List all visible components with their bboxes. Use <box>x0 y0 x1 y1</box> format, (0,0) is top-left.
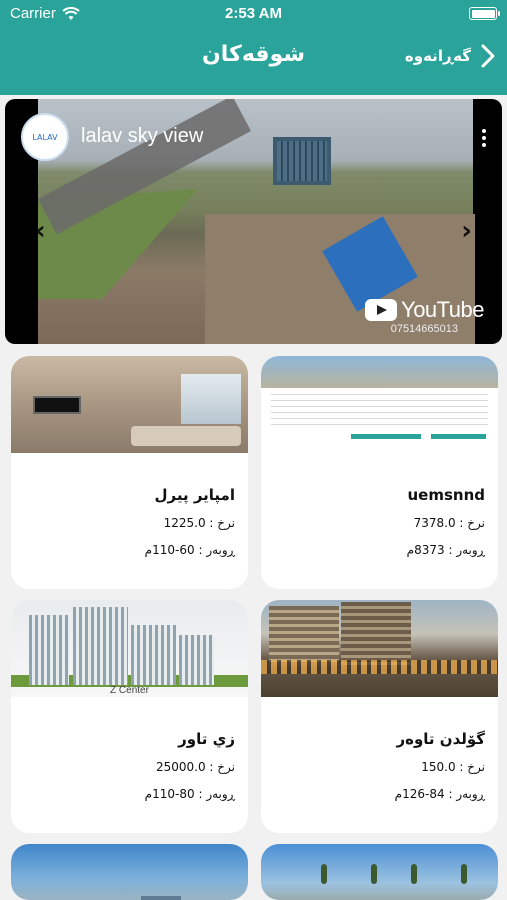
more-options-icon[interactable] <box>482 129 486 149</box>
property-price: نرخ : 7378.0 <box>413 516 485 530</box>
property-image <box>261 356 498 453</box>
chevron-right-icon <box>481 44 495 68</box>
youtube-label: YouTube <box>401 297 484 322</box>
video-phone-number: 07514665013 <box>390 323 458 335</box>
status-bar: Carrier 2:53 AM <box>0 0 507 28</box>
youtube-play-icon <box>365 299 398 321</box>
video-player[interactable]: LALAV lalav sky view ‹ › 07514665013 You… <box>5 99 502 344</box>
property-name: زي تاور <box>178 730 235 748</box>
property-price: نرخ : 150.0 <box>421 760 485 774</box>
property-price: نرخ : 1225.0 <box>163 516 235 530</box>
property-area: ڕوبەر : 60-110م <box>144 543 235 557</box>
chevron-left-icon[interactable]: ‹ <box>35 216 46 246</box>
property-price: نرخ : 25000.0 <box>155 760 235 774</box>
property-image <box>261 844 498 900</box>
property-name: امپایر پیرل <box>154 486 235 504</box>
property-card[interactable]: uemsnnd نرخ : 7378.0 ڕوبەر : 8373م <box>261 356 498 589</box>
nav-bar: Carrier 2:53 AM شوقەکان گەڕانەوە <box>0 0 507 95</box>
video-title[interactable]: lalav sky view <box>81 125 203 148</box>
property-card[interactable]: Z Center زي تاور نرخ : 25000.0 ڕوبەر : 8… <box>11 600 248 833</box>
image-label: Z Center <box>110 685 149 696</box>
property-image <box>11 844 248 900</box>
property-card[interactable]: گۆلدن تاوەر نرخ : 150.0 ڕوبەر : 84-126م <box>261 600 498 833</box>
property-name: گۆلدن تاوەر <box>396 730 485 748</box>
channel-logo[interactable]: LALAV <box>21 113 69 161</box>
property-name: uemsnnd <box>407 486 485 504</box>
property-image: Z Center <box>11 600 248 697</box>
property-card[interactable]: امپایر پیرل نرخ : 1225.0 ڕوبەر : 60-110م <box>11 356 248 589</box>
property-area: ڕوبەر : 8373م <box>406 543 485 557</box>
battery-icon <box>469 7 500 20</box>
channel-logo-text: LALAV <box>32 132 58 142</box>
property-card[interactable] <box>261 844 498 900</box>
property-card[interactable] <box>11 844 248 900</box>
property-image <box>261 600 498 697</box>
youtube-logo[interactable]: YouTube <box>365 297 484 323</box>
back-label: گەڕانەوە <box>404 47 471 65</box>
property-image <box>11 356 248 453</box>
status-time: 2:53 AM <box>225 5 282 22</box>
chevron-right-icon[interactable]: › <box>461 216 472 246</box>
property-area: ڕوبەر : 84-126م <box>394 787 485 801</box>
back-button[interactable]: گەڕانەوە <box>405 44 495 68</box>
property-area: ڕوبەر : 80-110م <box>144 787 235 801</box>
